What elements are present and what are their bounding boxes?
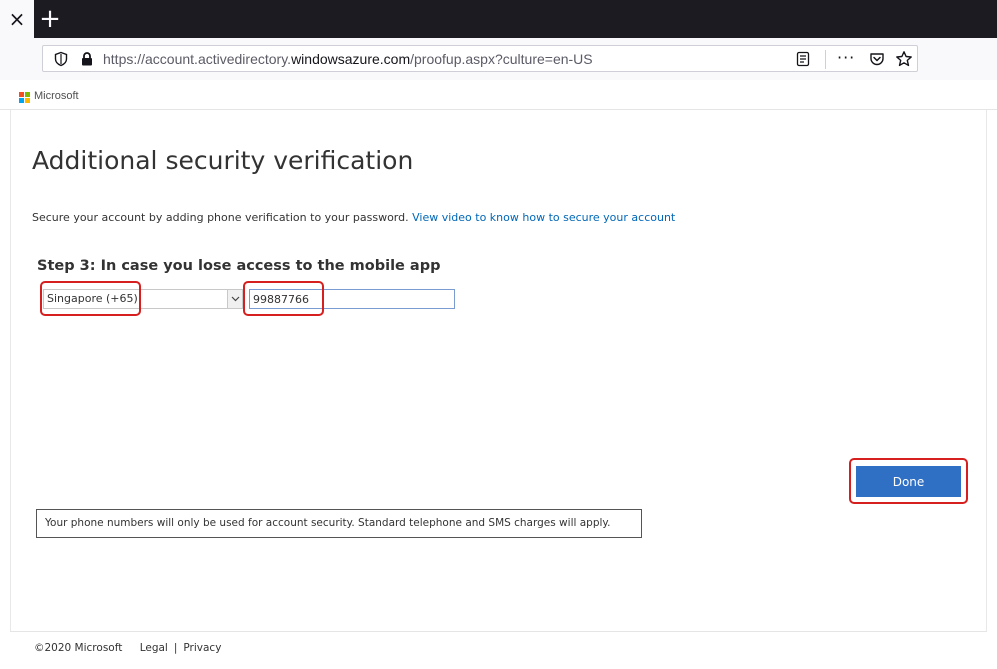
browser-tab-bar: × + [0, 0, 997, 38]
url-text[interactable]: https://account.activedirectory.windowsa… [103, 51, 593, 67]
microsoft-logo-icon [19, 92, 31, 104]
site-header: Microsoft [0, 80, 997, 110]
phone-number-input[interactable] [249, 289, 455, 309]
intro-text: Secure your account by adding phone veri… [32, 211, 675, 224]
video-help-link[interactable]: View video to know how to secure your ac… [412, 211, 675, 224]
tracking-shield-icon[interactable] [53, 51, 69, 67]
footer-content: ©2020 Microsoft Legal | Privacy [34, 642, 221, 654]
country-code-select[interactable]: Singapore (+65) [43, 289, 243, 309]
browser-nav-bar: https://account.activedirectory.windowsa… [0, 38, 997, 80]
country-code-value: Singapore (+65) [47, 292, 138, 305]
page-footer: ©2020 Microsoft Legal | Privacy [10, 631, 987, 665]
url-prefix: https://account.activedirectory. [103, 51, 292, 67]
pocket-icon[interactable] [869, 51, 885, 67]
logo-square-green [25, 92, 30, 97]
address-bar[interactable]: https://account.activedirectory.windowsa… [42, 45, 918, 72]
copyright-text: ©2020 Microsoft [34, 642, 123, 654]
intro-description: Secure your account by adding phone veri… [32, 211, 409, 224]
url-host: windowsazure.com [291, 51, 411, 67]
new-tab-button[interactable]: + [34, 0, 66, 38]
url-suffix: /proofup.aspx?culture=en-US [410, 51, 593, 67]
bookmark-star-icon[interactable] [895, 50, 913, 68]
privacy-notice: Your phone numbers will only be used for… [36, 509, 642, 538]
close-tab-icon[interactable]: × [0, 0, 34, 38]
logo-square-yellow [25, 98, 30, 103]
page-title: Additional security verification [32, 146, 414, 175]
logo-square-blue [19, 98, 24, 103]
lock-icon[interactable] [79, 51, 95, 67]
page-actions-icon[interactable]: ··· [837, 48, 855, 67]
page-frame [10, 110, 987, 665]
footer-separator: | [173, 642, 178, 654]
step-heading: Step 3: In case you lose access to the m… [37, 258, 441, 274]
done-button[interactable]: Done [856, 466, 961, 497]
brand-name: Microsoft [34, 90, 79, 102]
reader-view-icon[interactable] [795, 51, 811, 67]
privacy-link[interactable]: Privacy [183, 642, 221, 654]
url-divider [825, 50, 826, 69]
logo-square-red [19, 92, 24, 97]
chevron-down-icon[interactable] [227, 290, 242, 308]
legal-link[interactable]: Legal [140, 642, 168, 654]
